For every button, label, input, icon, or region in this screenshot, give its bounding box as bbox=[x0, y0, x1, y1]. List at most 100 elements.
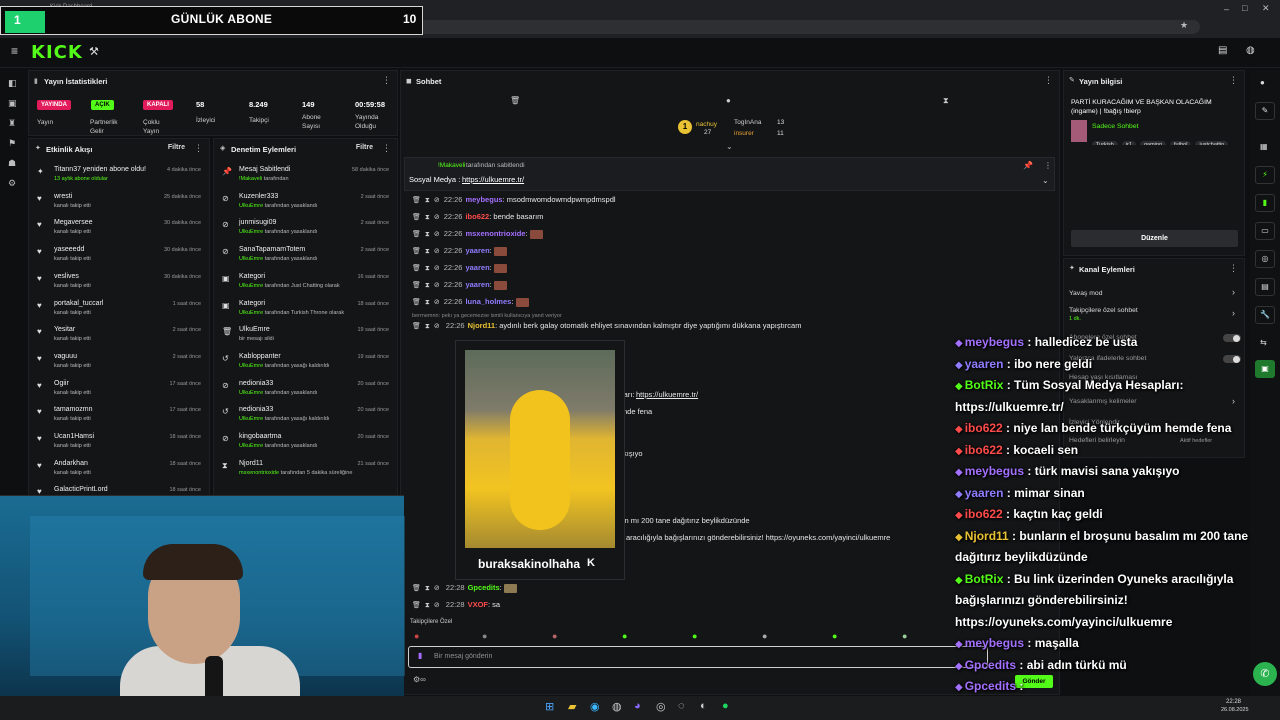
chat-message-njord[interactable]: 🗑 ⧗ ⊘ 22:26 Njord11: aydınlı berk galay oto… bbox=[412, 321, 801, 336]
chat-input-box[interactable] bbox=[408, 646, 988, 668]
chat-username[interactable]: msxenontrioxide bbox=[465, 229, 525, 238]
mod-more-icon[interactable]: ⋮ bbox=[382, 143, 391, 154]
stream-tag[interactable]: futbol bbox=[1170, 141, 1192, 145]
mod-item[interactable]: ↺ Kabloppanter UlkuEmre tarafından yasağı … bbox=[214, 348, 397, 375]
fragment-link[interactable]: https://ulkuemre.tr/ bbox=[636, 390, 698, 399]
trophy-icon[interactable]: ♜ bbox=[8, 118, 16, 129]
mic-icon[interactable]: ▮ bbox=[418, 651, 422, 660]
edit-button[interactable]: Düzenle bbox=[1071, 230, 1238, 247]
pinned-expand-icon[interactable]: ⌄ bbox=[1042, 176, 1049, 185]
channel-actions-more-icon[interactable]: ⋮ bbox=[1229, 263, 1238, 274]
flag-icon[interactable]: ⚑ bbox=[8, 138, 16, 149]
trash-small-icon[interactable]: 🗑 bbox=[412, 265, 421, 272]
obs-icon[interactable]: ◎ bbox=[656, 700, 666, 713]
banned-words-row[interactable]: Yasaklanmış kelimeler bbox=[1069, 398, 1137, 405]
pinned-more-icon[interactable]: ⋮ bbox=[1044, 161, 1052, 170]
emote-8-icon[interactable]: ● bbox=[902, 631, 907, 641]
chat-more-icon[interactable]: ⋮ bbox=[1044, 75, 1053, 86]
ban-small-icon[interactable]: ⊘ bbox=[434, 231, 440, 238]
activity-item[interactable]: ♥ vaguuu kanalı takip etti 2 saat önce bbox=[29, 348, 209, 375]
timeout-small-icon[interactable]: ⧗ bbox=[425, 323, 430, 330]
chat-message-gp[interactable]: 🗑 ⧗ ⊘ 22:28 Gpcedits: bbox=[412, 583, 517, 598]
edge-icon[interactable]: ◉ bbox=[590, 700, 600, 713]
chat-username[interactable]: meybegus bbox=[465, 195, 502, 204]
timeout-small-icon[interactable]: ⧗ bbox=[425, 214, 430, 221]
app-icon[interactable]: ◐ bbox=[700, 700, 707, 712]
ban-small-icon[interactable]: ⊘ bbox=[434, 323, 440, 330]
close-window-icon[interactable]: ✕ bbox=[1262, 3, 1270, 14]
hourglass-icon[interactable]: ⧗ bbox=[943, 96, 949, 106]
trash-small-icon[interactable]: 🗑 bbox=[412, 231, 421, 238]
mod-item[interactable]: ⊘ SanaTapamamTotem UlkuEmre tarafından yas… bbox=[214, 241, 397, 268]
toolbar-radio-icon[interactable]: ◎ bbox=[1255, 250, 1275, 268]
tools-icon[interactable]: ⚒ bbox=[89, 45, 99, 58]
stream-tag[interactable]: gaming bbox=[1139, 141, 1166, 145]
activity-item[interactable]: ♥ Andarkhan kanalı takip etti 18 saat önce bbox=[29, 455, 209, 482]
minimize-icon[interactable]: – bbox=[1224, 4, 1229, 14]
activity-item[interactable]: ♥ portakal_tuccarl kanalı takip etti 1 saat… bbox=[29, 295, 209, 322]
emote-5-icon[interactable]: ● bbox=[692, 631, 697, 641]
subs-chat-toggle[interactable] bbox=[1223, 334, 1241, 342]
chat-message[interactable]: 🗑 ⧗ ⊘ 22:26 meybegus: msodmwomdowmdpwmpdmspd… bbox=[412, 195, 616, 210]
slow-mode-chevron-icon[interactable]: › bbox=[1232, 287, 1235, 297]
emotes-chat-toggle[interactable] bbox=[1223, 355, 1241, 363]
followers-chat-chevron-icon[interactable]: › bbox=[1232, 308, 1235, 318]
chat-bubble-icon[interactable]: ● bbox=[726, 96, 731, 105]
toolbar-chat-icon[interactable]: ▭ bbox=[1255, 222, 1275, 240]
mod-item[interactable]: ⊘ junmisugi09 UlkuEmre tarafından yasaklan… bbox=[214, 214, 397, 241]
mod-item[interactable]: ⊘ Kuzenler333 UlkuEmre tarafından yasaklan… bbox=[214, 188, 397, 215]
trash-small-icon[interactable]: 🗑 bbox=[412, 282, 421, 289]
followers-chat-row[interactable]: Takipçilere özel sohbet bbox=[1069, 307, 1138, 314]
chat-username[interactable]: ibo622 bbox=[465, 212, 489, 221]
timeout-small-icon[interactable]: ⧗ bbox=[425, 299, 430, 306]
activity-item[interactable]: ♥ Yesitar kanalı takip etti 2 saat önce bbox=[29, 321, 209, 348]
chat-message-vxof[interactable]: 🗑 ⧗ ⊘ 22:28 VXOF: sa bbox=[412, 600, 500, 615]
layout-icon[interactable]: ▤ bbox=[1218, 45, 1227, 56]
stream-tag[interactable]: Turkish bbox=[1092, 141, 1118, 145]
trash-icon[interactable]: 🗑 bbox=[510, 96, 520, 105]
ban-small-icon[interactable]: ⊘ bbox=[434, 248, 440, 255]
chat-username[interactable]: yaaren bbox=[465, 263, 489, 272]
more-icon[interactable]: ⋮ bbox=[382, 75, 391, 86]
profile-icon[interactable]: ◍ bbox=[1246, 45, 1255, 56]
toolbar-edit-icon[interactable]: ✎ bbox=[1255, 102, 1275, 120]
users-icon[interactable]: ☗ bbox=[8, 158, 16, 169]
start-icon[interactable]: ⊞ bbox=[545, 700, 554, 713]
collapse-icon[interactable]: ⌄ bbox=[726, 142, 733, 151]
ban-small-icon[interactable]: ⊘ bbox=[434, 282, 440, 289]
banned-words-chevron-icon[interactable]: › bbox=[1232, 396, 1235, 406]
stream-info-more-icon[interactable]: ⋮ bbox=[1229, 75, 1238, 86]
ban-small-icon[interactable]: ⊘ bbox=[434, 214, 440, 221]
chat-message[interactable]: 🗑 ⧗ ⊘ 22:26 msxenontrioxide: bbox=[412, 229, 543, 244]
stream-tag[interactable]: justchattin bbox=[1195, 141, 1229, 145]
maximize-icon[interactable]: □ bbox=[1242, 3, 1247, 13]
stream-tag[interactable]: ir1 bbox=[1121, 141, 1136, 145]
timeout-small-icon[interactable]: ⧗ bbox=[425, 197, 430, 204]
emote-7-icon[interactable]: ● bbox=[832, 631, 837, 641]
kick-logo[interactable]: KICK bbox=[31, 42, 83, 63]
activity-item[interactable]: ✦ Titann37 yeniden abone oldu! 13 aylık ab… bbox=[29, 161, 209, 188]
menu-icon[interactable]: ≡ bbox=[11, 44, 18, 58]
taskbar-time[interactable]: 22:28 bbox=[1226, 699, 1241, 705]
toolbar-card-icon[interactable]: ▮ bbox=[1255, 194, 1275, 212]
activity-item[interactable]: ♥ veslives kanalı takip etti 30 dakika önce bbox=[29, 268, 209, 295]
mod-item[interactable]: ↺ nedionia33 UlkuEmre tarafından yasağı ka… bbox=[214, 401, 397, 428]
settings-icon[interactable]: ⚙ bbox=[8, 178, 16, 189]
mod-item[interactable]: ▣ Kategori UlkuEmre tarafından Turkish Thr… bbox=[214, 295, 397, 322]
pinned-link[interactable]: https://ulkuemre.tr/ bbox=[462, 175, 524, 184]
activity-item[interactable]: ♥ tamamozmn kanalı takip etti 17 saat önce bbox=[29, 401, 209, 428]
chat-username[interactable]: luna_holmes bbox=[465, 297, 511, 306]
top-chatter-2-name[interactable]: TogInAna bbox=[734, 119, 761, 126]
activity-filter[interactable]: Filtre bbox=[168, 144, 185, 151]
timeout-small-icon[interactable]: ⧗ bbox=[425, 231, 430, 238]
toolbar-info-icon[interactable]: ● bbox=[1260, 78, 1265, 87]
chat-message[interactable]: 🗑 ⧗ ⊘ 22:26 yaaren: bbox=[412, 263, 507, 278]
pin-icon[interactable]: 📌 bbox=[1023, 161, 1033, 170]
emote-3-icon[interactable]: ● bbox=[552, 631, 557, 641]
trash-small-icon[interactable]: 🗑 bbox=[412, 214, 421, 221]
star-icon[interactable]: ★ bbox=[1180, 20, 1188, 31]
spotify-icon[interactable]: ● bbox=[722, 700, 729, 712]
trash-small-icon[interactable]: 🗑 bbox=[412, 323, 421, 330]
timeout-small-icon[interactable]: ⧗ bbox=[425, 282, 430, 289]
whatsapp-icon[interactable]: ◌ bbox=[678, 700, 685, 712]
